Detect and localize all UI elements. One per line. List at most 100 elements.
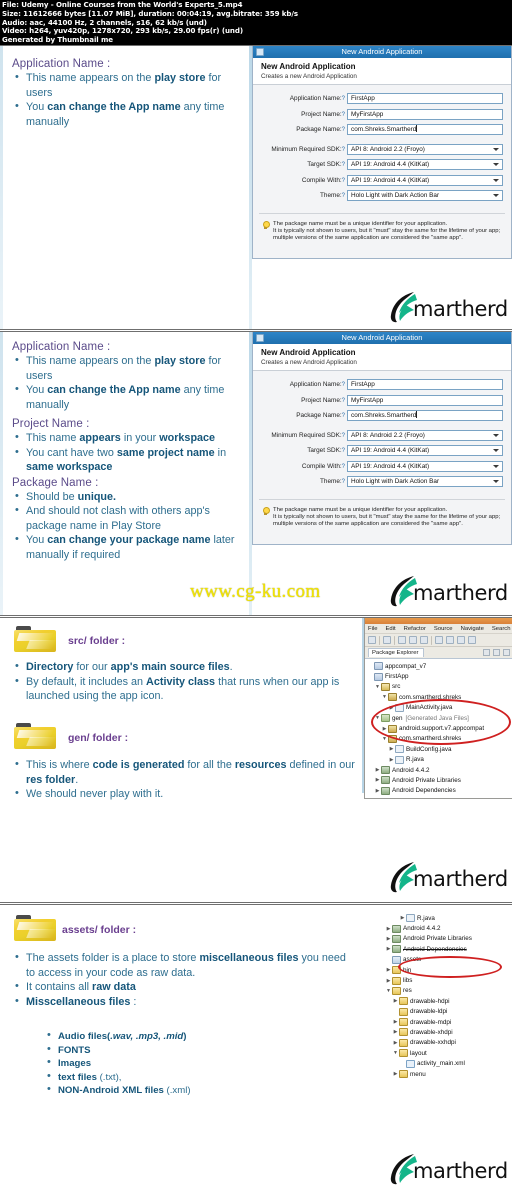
tree-expander-icon[interactable]	[392, 998, 399, 1004]
tree-expander-icon[interactable]	[392, 1040, 399, 1046]
tree-row[interactable]: Android Private Libraries	[378, 934, 512, 944]
tree-expander-icon[interactable]	[392, 1029, 399, 1035]
chevron-down-icon[interactable]	[493, 147, 499, 151]
select-value[interactable]: Holo Light with Dark Action Bar	[347, 476, 503, 487]
menu-item-search[interactable]: Search	[492, 626, 511, 632]
help-icon[interactable]: ?	[342, 413, 345, 419]
view-menu-icon[interactable]	[503, 649, 510, 656]
menu-item-file[interactable]: File	[368, 626, 378, 632]
help-icon[interactable]: ?	[342, 193, 345, 199]
chevron-down-icon[interactable]	[493, 480, 499, 483]
help-icon[interactable]: ?	[342, 112, 345, 118]
run-icon[interactable]	[435, 636, 443, 644]
field-input[interactable]: com.Shreks.Smartherd	[347, 410, 503, 421]
tree-row[interactable]: drawable-xxhdpi	[378, 1038, 512, 1048]
tree-row[interactable]: src	[367, 682, 512, 692]
view-toolbar[interactable]	[483, 649, 510, 656]
tree-row[interactable]: menu	[378, 1069, 512, 1079]
tree-row[interactable]: res	[378, 986, 512, 996]
menu-item-navigate[interactable]: Navigate	[461, 626, 484, 632]
help-icon[interactable]: ?	[342, 127, 345, 133]
chevron-down-icon[interactable]	[493, 194, 499, 197]
tree-expander-icon[interactable]	[381, 694, 388, 700]
tree-row[interactable]: BuildConfig.java	[367, 744, 512, 754]
field-input[interactable]: com.Shreks.Smartherd	[347, 124, 503, 135]
select-value[interactable]: API 8: Android 2.2 (Froyo)	[347, 429, 503, 441]
tree-row[interactable]: drawable-ldpi	[378, 1007, 512, 1017]
tree-expander-icon[interactable]	[388, 757, 395, 763]
help-icon[interactable]: ?	[342, 448, 345, 454]
select-value[interactable]: API 19: Android 4.4 (KitKat)	[347, 159, 503, 170]
help-icon[interactable]: ?	[342, 433, 345, 439]
perspective-icon[interactable]	[457, 636, 465, 644]
tree-row[interactable]: R.java	[367, 755, 512, 765]
tree-row[interactable]: activity_main.xml	[378, 1058, 512, 1068]
tree-expander-icon[interactable]	[385, 978, 392, 984]
field-input[interactable]: MyFirstApp	[347, 108, 503, 120]
tree-expander-icon[interactable]	[385, 946, 392, 952]
menu-item-refactor[interactable]: Refactor	[404, 626, 426, 632]
select-value[interactable]: API 19: Android 4.4 (KitKat)	[347, 445, 503, 456]
print-icon[interactable]	[409, 636, 417, 644]
tree-expander-icon[interactable]	[392, 1019, 399, 1025]
new-android-application-dialog-2[interactable]: New Android Application New Android Appl…	[252, 332, 512, 545]
help-icon[interactable]: ?	[342, 382, 345, 388]
field-input[interactable]: FirstApp	[347, 379, 503, 390]
tree-row[interactable]: appcompat_v7	[367, 661, 512, 671]
new-icon[interactable]	[368, 636, 376, 644]
layout-icon[interactable]	[468, 636, 476, 644]
tree-row[interactable]: Android 4.4.2	[378, 923, 512, 933]
collapse-all-icon[interactable]	[483, 649, 490, 656]
tree-row[interactable]: Android Dependencies	[367, 786, 512, 796]
tree-expander-icon[interactable]	[374, 767, 381, 773]
eclipse-toolbar[interactable]	[365, 634, 512, 647]
select-value[interactable]: API 8: Android 2.2 (Froyo)	[347, 143, 503, 155]
select-value[interactable]: Holo Light with Dark Action Bar	[347, 190, 503, 201]
chevron-down-icon[interactable]	[493, 178, 499, 182]
tree-expander-icon[interactable]	[392, 1071, 399, 1077]
tree-expander-icon[interactable]	[374, 684, 381, 690]
help-icon[interactable]: ?	[342, 162, 345, 168]
package-explorer-tree-panel-4[interactable]: R.java Android 4.4.2 Android Private Libra…	[378, 911, 512, 1101]
chevron-down-icon[interactable]	[493, 449, 499, 452]
tree-expander-icon[interactable]	[374, 777, 381, 783]
package-explorer-tab[interactable]: Package Explorer	[365, 647, 512, 659]
search-icon[interactable]	[446, 636, 454, 644]
tree-row[interactable]: drawable-xhdpi	[378, 1027, 512, 1037]
eclipse-ide-window[interactable]: File Edit Refactor Source Navigate Search Pac…	[364, 618, 512, 799]
export-icon[interactable]	[420, 636, 428, 644]
tree-expander-icon[interactable]	[385, 988, 392, 994]
tree-row[interactable]: Android 4.4.2	[367, 765, 512, 775]
menu-item-edit[interactable]: Edit	[386, 626, 396, 632]
tree-expander-icon[interactable]	[385, 967, 392, 973]
tree-row[interactable]: drawable-mdpi	[378, 1017, 512, 1027]
tree-row[interactable]: layout	[378, 1048, 512, 1058]
select-value[interactable]: API 19: Android 4.4 (KitKat)	[347, 460, 503, 472]
field-input[interactable]: FirstApp	[347, 93, 503, 104]
link-editor-icon[interactable]	[493, 649, 500, 656]
chevron-down-icon[interactable]	[493, 433, 499, 437]
tree-expander-icon[interactable]	[385, 926, 392, 932]
help-icon[interactable]: ?	[342, 398, 345, 404]
tree-expander-icon[interactable]	[392, 1050, 399, 1056]
tree-row[interactable]: Android Private Libraries	[367, 775, 512, 785]
chevron-down-icon[interactable]	[493, 464, 499, 468]
tree-row[interactable]: Android Dependencies	[378, 944, 512, 954]
select-value[interactable]: API 19: Android 4.4 (KitKat)	[347, 174, 503, 186]
tree-row[interactable]: R.java	[378, 913, 512, 923]
tree-expander-icon[interactable]	[385, 936, 392, 942]
tree-row[interactable]: drawable-hdpi	[378, 996, 512, 1006]
tree-expander-icon[interactable]	[399, 915, 406, 921]
chevron-down-icon[interactable]	[493, 163, 499, 166]
tree-expander-icon[interactable]	[388, 746, 395, 752]
new-android-application-dialog-1[interactable]: New Android Application New Android Appl…	[252, 46, 512, 259]
tree-row[interactable]: FirstApp	[367, 671, 512, 681]
help-icon[interactable]: ?	[342, 479, 345, 485]
menu-item-source[interactable]: Source	[434, 626, 453, 632]
field-input[interactable]: MyFirstApp	[347, 394, 503, 406]
help-icon[interactable]: ?	[342, 178, 345, 184]
tree-expander-icon[interactable]	[374, 788, 381, 794]
help-icon[interactable]: ?	[342, 147, 345, 153]
help-icon[interactable]: ?	[342, 96, 345, 102]
save-icon[interactable]	[398, 636, 406, 644]
